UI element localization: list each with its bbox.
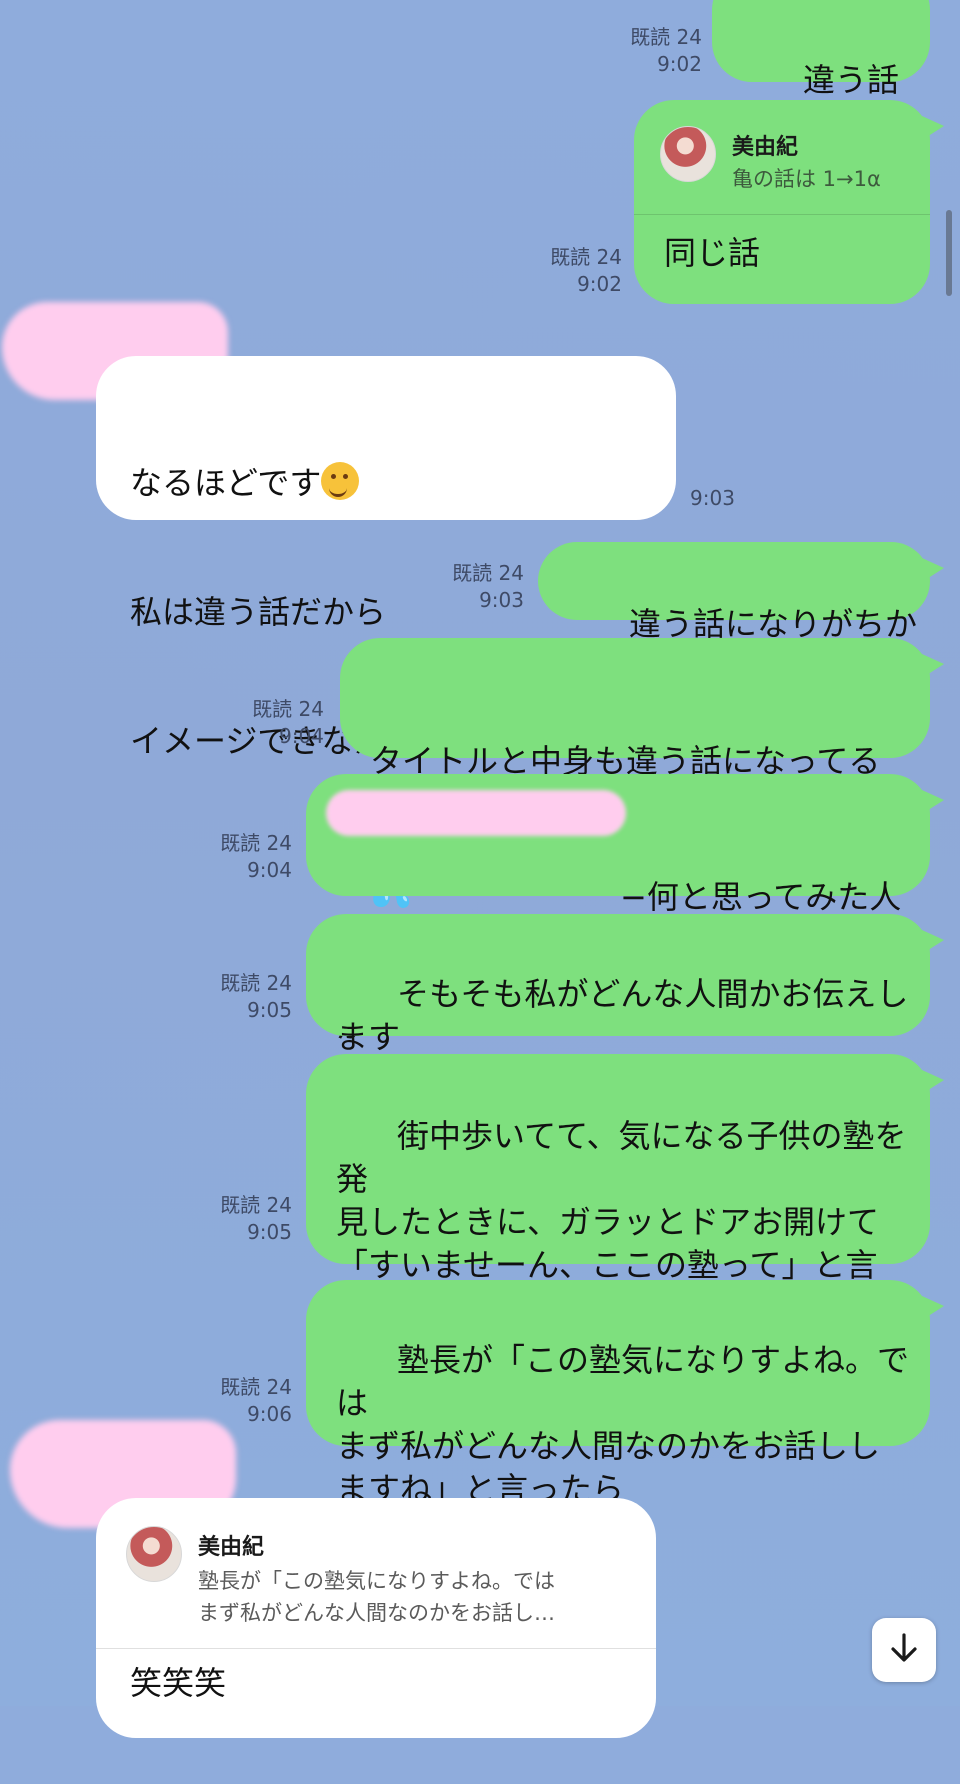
message-bubble[interactable]: −何と思ってみた人 が xyxy=(306,774,944,1045)
timestamp: 9:05 xyxy=(247,998,292,1022)
message-bubble[interactable]: そもそも私がどんな人間かお伝えします すね xyxy=(306,914,944,1099)
scrollbar[interactable] xyxy=(946,210,952,296)
message-text-line: なるほどです xyxy=(130,464,322,502)
message-meta: 既読 24 9:05 xyxy=(190,970,292,1024)
message-text: 笑笑笑 xyxy=(130,1664,227,1702)
read-receipt: 既読 24 xyxy=(220,1375,292,1399)
reply-bubble[interactable]: 美由紀 亀の話は 1→1α 同じ話 xyxy=(634,100,944,304)
timestamp: 9:02 xyxy=(657,52,702,76)
read-receipt: 既読 24 xyxy=(220,1193,292,1217)
message-text: 同じ話 xyxy=(664,234,761,272)
quoted-text: 亀の話は 1→1α xyxy=(732,167,881,191)
avatar xyxy=(126,1526,182,1582)
message-bubble[interactable]: 違う話になりがちかも xyxy=(538,542,944,686)
scroll-to-bottom-button[interactable] xyxy=(872,1618,936,1682)
read-receipt: 既読 24 xyxy=(252,697,324,721)
message-bubble[interactable]: 塾長が「この塾気になりすよね。では まず私がどんな人間なのかをお話しし ますね」… xyxy=(306,1280,944,1508)
quoted-text-line: まず私がどんな人間なのかをお話し… xyxy=(198,1601,555,1625)
quote-divider xyxy=(634,214,930,215)
arrow-down-icon xyxy=(887,1631,921,1669)
read-receipt: 既読 24 xyxy=(220,831,292,855)
timestamp: 9:02 xyxy=(577,272,622,296)
timestamp: 9:05 xyxy=(247,1220,292,1244)
message-bubble[interactable]: タイトルと中身も違う話になってる 💦 xyxy=(340,638,944,910)
chat-area[interactable]: 既読 24 9:02 違う話 既読 24 9:02 美由紀 亀の話は 1→1α … xyxy=(0,0,960,1738)
avatar xyxy=(660,126,716,182)
quote-divider xyxy=(96,1648,656,1649)
message-text: 塾長が「この塾気になりすよね。では まず私がどんな人間なのかをお話しし ますね」… xyxy=(336,1341,910,1508)
read-receipt: 既読 24 xyxy=(550,245,622,269)
message-meta: 既読 24 9:04 xyxy=(190,830,292,884)
message-bubble[interactable]: なるほどです 私は違う話だから イメージできなかったんですね!! xyxy=(96,356,676,760)
message-meta: 既読 24 9:05 xyxy=(190,1192,292,1246)
read-receipt: 既読 24 xyxy=(220,971,292,995)
message-meta: 既読 24 9:02 xyxy=(600,24,702,78)
timestamp: 9:04 xyxy=(279,724,324,748)
read-receipt: 既読 24 xyxy=(452,561,524,585)
timestamp: 9:04 xyxy=(247,858,292,882)
redacted-text xyxy=(326,790,626,836)
timestamp: 9:03 xyxy=(690,486,735,510)
read-receipt: 既読 24 xyxy=(630,25,702,49)
message-meta: 既読 24 9:04 xyxy=(222,696,324,750)
quoted-message[interactable]: 美由紀 亀の話は 1→1α xyxy=(660,126,960,191)
message-meta: 既読 24 9:02 xyxy=(520,244,622,298)
message-meta: 既読 24 9:03 xyxy=(422,560,524,614)
thinking-face-icon xyxy=(321,462,360,500)
message-text-line: −何と思ってみた人 xyxy=(620,878,902,916)
quoted-message[interactable]: 美由紀 塾長が「この塾気になりすよね。では まず私がどんな人間なのかをお話し… xyxy=(126,1526,636,1625)
message-bubble[interactable]: 違う話 xyxy=(712,0,930,99)
message-text: 違う話 xyxy=(803,61,900,99)
reply-bubble[interactable]: 美由紀 塾長が「この塾気になりすよね。では まず私がどんな人間なのかをお話し… … xyxy=(96,1498,656,1738)
timestamp: 9:03 xyxy=(479,588,524,612)
message-bubble[interactable]: 街中歩いてて、気になる子供の塾を発 見したときに、ガラッとドアお開けて 「すいま… xyxy=(306,1054,944,1327)
